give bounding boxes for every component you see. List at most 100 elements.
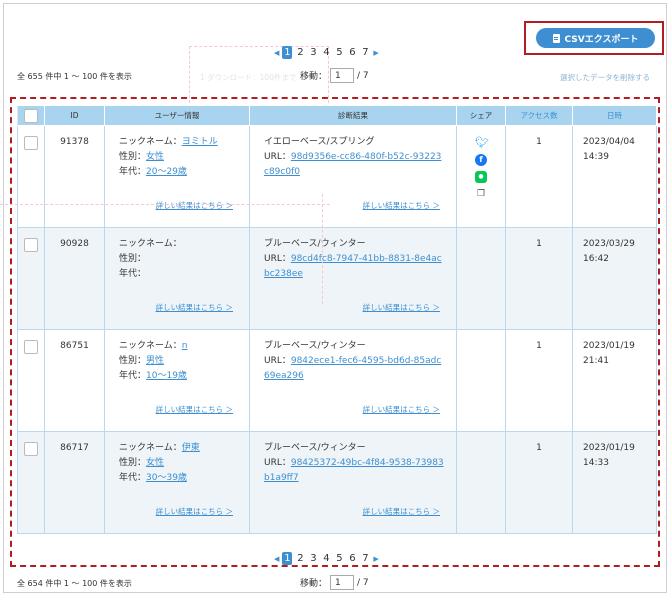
table-header-row: ID ユーザー情報 診断結果 シェア アクセス数 日時 bbox=[17, 105, 657, 126]
header-date[interactable]: 日時 bbox=[572, 105, 657, 126]
age-line: 年代：20〜29歳 bbox=[119, 165, 249, 180]
user-detail-link[interactable]: 詳しい結果はこちら ＞ bbox=[156, 300, 233, 315]
page-link-1[interactable]: 1 bbox=[282, 552, 293, 565]
url-line: URL：98cd4fc8-7947-41bb-8831-8e4acbc238ee bbox=[264, 252, 444, 282]
page-link-2[interactable]: 2 bbox=[295, 553, 305, 564]
access-count-cell: 1 bbox=[505, 431, 573, 534]
pagination-top: ◀ 1 2 3 4 5 6 7 ▶ bbox=[274, 46, 379, 59]
date-cell: 2023/01/19 21:41 bbox=[572, 329, 657, 432]
header-user: ユーザー情報 bbox=[104, 105, 250, 126]
diagnosis-result: イエローベース/スプリング bbox=[264, 137, 375, 147]
user-info-cell: ニックネーム： 性別： 年代： 詳しい結果はこちら ＞ bbox=[104, 227, 250, 330]
age-value[interactable]: 20〜29歳 bbox=[146, 167, 187, 177]
csv-export-highlight: CSVエクスポート bbox=[524, 21, 664, 55]
gender-line: 性別：女性 bbox=[119, 456, 249, 471]
page-link-2[interactable]: 2 bbox=[295, 47, 305, 58]
next-page-icon[interactable]: ▶ bbox=[373, 49, 378, 57]
diagnosis-result: ブルーベース/ウィンター bbox=[264, 239, 366, 249]
page-link-5[interactable]: 5 bbox=[334, 47, 344, 58]
nickname-label: ニックネーム： bbox=[119, 137, 182, 147]
age-value[interactable]: 30〜39歳 bbox=[146, 473, 187, 483]
gender-line: 性別：女性 bbox=[119, 150, 249, 165]
document-icon bbox=[552, 33, 560, 43]
url-label: URL： bbox=[264, 254, 291, 264]
result-count-top: 全 655 件中 1 〜 100 件を表示 bbox=[17, 72, 132, 81]
header-access[interactable]: アクセス数 bbox=[505, 105, 573, 126]
prev-page-icon[interactable]: ◀ bbox=[274, 555, 279, 563]
diagnosis-detail-link[interactable]: 詳しい結果はこちら ＞ bbox=[363, 198, 440, 213]
results-table: ID ユーザー情報 診断結果 シェア アクセス数 日時 91378 ニックネーム：… bbox=[17, 105, 657, 534]
gender-line: 性別： bbox=[119, 252, 249, 267]
page-link-6[interactable]: 6 bbox=[347, 553, 357, 564]
row-select-cell bbox=[17, 431, 45, 534]
nickname-value[interactable]: ヨミトル bbox=[182, 137, 218, 147]
copy-icon[interactable]: ❐ bbox=[475, 188, 487, 200]
page-link-3[interactable]: 3 bbox=[308, 47, 318, 58]
result-url-link[interactable]: 98425372-49bc-4f84-9538-73983b1a9ff7 bbox=[264, 458, 444, 483]
page-link-5[interactable]: 5 bbox=[334, 553, 344, 564]
age-line: 年代：30〜39歳 bbox=[119, 471, 249, 486]
user-info-cell: ニックネーム：ヨミトル 性別：女性 年代：20〜29歳 詳しい結果はこちら ＞ bbox=[104, 125, 250, 228]
diagnosis-detail-link[interactable]: 詳しい結果はこちら ＞ bbox=[363, 504, 440, 519]
page-link-7[interactable]: 7 bbox=[360, 553, 370, 564]
age-line: 年代：10〜19歳 bbox=[119, 369, 249, 384]
row-id: 91378 bbox=[60, 137, 89, 147]
share-cell bbox=[456, 227, 506, 330]
url-line: URL：98d9356e-cc86-480f-b52c-93223c89c0f0 bbox=[264, 150, 444, 180]
url-label: URL： bbox=[264, 356, 291, 366]
age-label: 年代： bbox=[119, 167, 147, 177]
diagnosis-detail-link[interactable]: 詳しい結果はこちら ＞ bbox=[363, 300, 440, 315]
access-count-cell: 1 bbox=[505, 329, 573, 432]
header-share: シェア bbox=[456, 105, 506, 126]
ghost-download-note: 1 ダウンロード：100件まで bbox=[200, 73, 297, 82]
page-link-4[interactable]: 4 bbox=[321, 47, 331, 58]
row-checkbox[interactable] bbox=[24, 340, 38, 354]
row-id: 90928 bbox=[60, 239, 89, 249]
page-number-input[interactable]: 1 bbox=[330, 68, 355, 83]
row-checkbox[interactable] bbox=[24, 136, 38, 150]
delete-selected-link[interactable]: 選択したデータを削除する bbox=[560, 72, 650, 83]
nickname-value[interactable]: n bbox=[182, 341, 188, 351]
diagnosis-detail-link[interactable]: 詳しい結果はこちら ＞ bbox=[363, 402, 440, 417]
results-table-highlight: ID ユーザー情報 診断結果 シェア アクセス数 日時 91378 ニックネーム：… bbox=[10, 97, 660, 567]
user-detail-link[interactable]: 詳しい結果はこちら ＞ bbox=[156, 504, 233, 519]
nickname-value[interactable]: 伊東 bbox=[182, 443, 200, 453]
row-checkbox[interactable] bbox=[24, 442, 38, 456]
page-number-input[interactable]: 1 bbox=[330, 575, 355, 590]
user-detail-link[interactable]: 詳しい結果はこちら ＞ bbox=[156, 198, 233, 213]
page-link-3[interactable]: 3 bbox=[308, 553, 318, 564]
row-checkbox[interactable] bbox=[24, 238, 38, 252]
nickname-line: ニックネーム： bbox=[119, 237, 249, 252]
next-page-icon[interactable]: ▶ bbox=[373, 555, 378, 563]
age-line: 年代： bbox=[119, 267, 249, 282]
result-url-link[interactable]: 98d9356e-cc86-480f-b52c-93223c89c0f0 bbox=[264, 152, 441, 177]
page-link-7[interactable]: 7 bbox=[360, 47, 370, 58]
row-select-cell bbox=[17, 329, 45, 432]
url-line: URL：9842ece1-fec6-4595-bd6d-85adc69ea296 bbox=[264, 354, 444, 384]
page-link-6[interactable]: 6 bbox=[347, 47, 357, 58]
gender-value[interactable]: 女性 bbox=[146, 152, 164, 162]
age-label: 年代： bbox=[119, 371, 147, 381]
line-icon[interactable]: ● bbox=[475, 171, 487, 183]
prev-page-icon[interactable]: ◀ bbox=[274, 49, 279, 57]
row-select-cell bbox=[17, 125, 45, 228]
csv-export-button[interactable]: CSVエクスポート bbox=[536, 28, 655, 48]
facebook-icon[interactable]: f bbox=[475, 154, 487, 166]
table-row: 86751 ニックネーム：n 性別：男性 年代：10〜19歳 詳しい結果はこちら ＞ブル… bbox=[17, 329, 657, 432]
result-url-link[interactable]: 9842ece1-fec6-4595-bd6d-85adc69ea296 bbox=[264, 356, 441, 381]
page-link-1[interactable]: 1 bbox=[282, 46, 293, 59]
twitter-icon[interactable]: 🐦︎ bbox=[475, 137, 489, 149]
nickname-label: ニックネーム： bbox=[119, 443, 182, 453]
select-all-checkbox[interactable] bbox=[24, 108, 38, 123]
gender-value[interactable]: 女性 bbox=[146, 458, 164, 468]
url-label: URL： bbox=[264, 458, 291, 468]
header-id[interactable]: ID bbox=[44, 105, 105, 126]
gender-value[interactable]: 男性 bbox=[146, 356, 164, 366]
user-detail-link[interactable]: 詳しい結果はこちら ＞ bbox=[156, 402, 233, 417]
age-value[interactable]: 10〜19歳 bbox=[146, 371, 187, 381]
user-info-cell: ニックネーム：伊東性別：女性 年代：30〜39歳詳しい結果はこちら ＞ bbox=[104, 431, 250, 534]
result-url-link[interactable]: 98cd4fc8-7947-41bb-8831-8e4acbc238ee bbox=[264, 254, 442, 279]
ghost-line bbox=[0, 204, 330, 205]
move-label: 移動： bbox=[300, 579, 328, 589]
page-link-4[interactable]: 4 bbox=[321, 553, 331, 564]
